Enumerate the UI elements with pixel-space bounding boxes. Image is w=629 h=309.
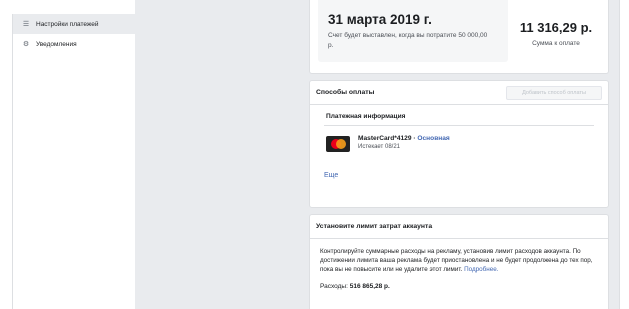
spending-limit-card: Установите лимит затрат аккаунта Контрол… [309,214,609,309]
more-link[interactable]: Еще [324,172,338,179]
next-bill-note: Счет будет выставлен, когда вы потратите… [328,32,488,49]
gear-icon: ⚙ [22,41,30,48]
primary-badge: Основная [417,135,450,142]
divider [324,125,594,126]
card-expiry: Истекает 08/21 [358,144,400,150]
amount-due-label: Сумма к оплате [532,40,580,47]
amount-spent: Расходы: 516 865,28 р. [320,282,598,291]
spending-limit-body: Контролируйте суммарные расходы на рекла… [310,239,608,291]
sidebar-item-payment-settings[interactable]: ☰ Настройки платежей [13,14,135,34]
payment-methods-title: Способы оплаты [316,89,375,96]
amount-due: 11 316,29 р. Сумма к оплате [510,20,602,47]
sidebar-item-label: Уведомления [36,40,77,48]
list-icon: ☰ [22,21,30,28]
billing-summary-card: 31 марта 2019 г. Счет будет выставлен, к… [309,0,609,74]
spending-limit-header: Установите лимит затрат аккаунта [310,215,608,239]
next-bill-box: 31 марта 2019 г. Счет будет выставлен, к… [318,0,508,62]
sidebar: ☰ Настройки платежей ⚙ Уведомления [12,14,135,309]
payment-method-row[interactable]: MasterCard*4129 · Основная Истекает 08/2… [326,135,608,152]
payment-methods-header: Способы оплаты Добавить способ оплаты [310,81,608,105]
payment-method-details: MasterCard*4129 · Основная Истекает 08/2… [358,135,450,150]
sidebar-item-notifications[interactable]: ⚙ Уведомления [13,34,135,54]
right-panel-edge [619,0,629,309]
card-name: MasterCard*4129 [358,135,412,142]
mastercard-icon [326,136,350,152]
add-payment-method-button[interactable]: Добавить способ оплаты [506,85,602,100]
amount-spent-label: Расходы: [320,282,348,290]
spending-limit-description: Контролируйте суммарные расходы на рекла… [320,248,593,274]
amount-spent-value: 516 865,28 р. [349,282,390,290]
spending-limit-title: Установите лимит затрат аккаунта [316,223,433,230]
main-content: 31 марта 2019 г. Счет будет выставлен, к… [135,0,619,309]
amount-due-value: 11 316,29 р. [519,20,593,35]
sidebar-item-label: Настройки платежей [36,20,99,28]
payment-method-name: MasterCard*4129 · Основная [358,135,450,142]
payment-methods-card: Способы оплаты Добавить способ оплаты Пл… [309,80,609,208]
payment-info-title: Платежная информация [326,113,406,120]
learn-more-link[interactable]: Подробнее. [464,266,498,273]
next-bill-date: 31 марта 2019 г. [328,12,432,27]
